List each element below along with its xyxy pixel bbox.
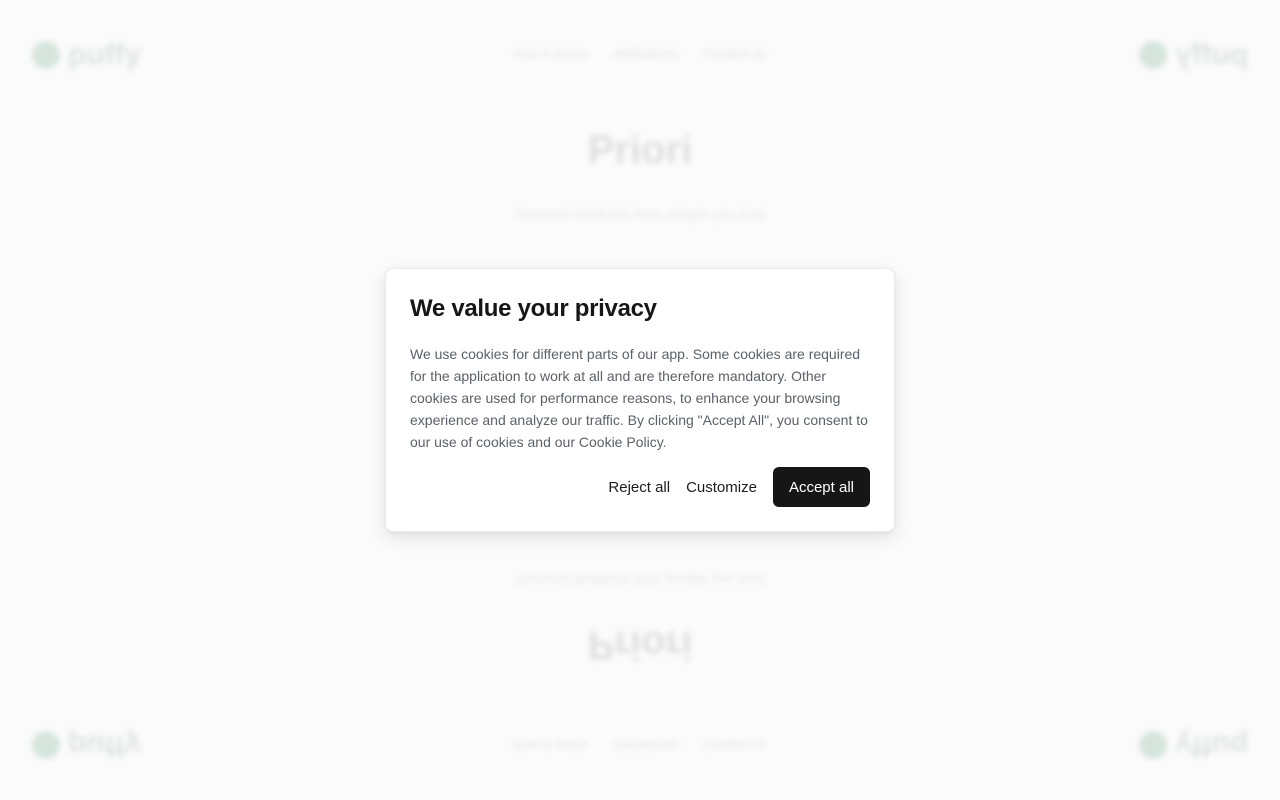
dialog-body-text: We use cookies for different parts of ou… [410, 346, 868, 450]
nav-item-how-it-works: How it works [513, 46, 588, 61]
page: puffy puffy How it works Attributions Co… [0, 0, 1280, 800]
customize-button[interactable]: Customize [686, 479, 757, 496]
dialog-actions: Reject all Customize Accept all [608, 467, 870, 507]
hero-title-reflection: Priori [587, 623, 693, 667]
nav-item-contact: Contact us [704, 738, 767, 753]
nav-item-how-it-works: How it works [513, 738, 588, 753]
top-nav: How it works Attributions Contact us [0, 46, 1280, 61]
nav-item-attributions: Attributions [613, 46, 679, 61]
cookie-consent-dialog: We value your privacy We use cookies for… [385, 268, 895, 532]
hero-subtitle-reflection: Personal feedback from people you trust [514, 572, 766, 588]
accept-all-button[interactable]: Accept all [772, 467, 870, 507]
dialog-title: We value your privacy [410, 295, 657, 322]
hero-subtitle: Personal feedback from people you trust [514, 206, 766, 222]
nav-item-contact: Contact us [704, 46, 767, 61]
nav-item-attributions: Attributions [613, 738, 679, 753]
bottom-nav-reflection: How it works Attributions Contact us [0, 738, 1280, 753]
reject-all-button[interactable]: Reject all [608, 479, 670, 496]
hero-title: Priori [587, 128, 693, 172]
